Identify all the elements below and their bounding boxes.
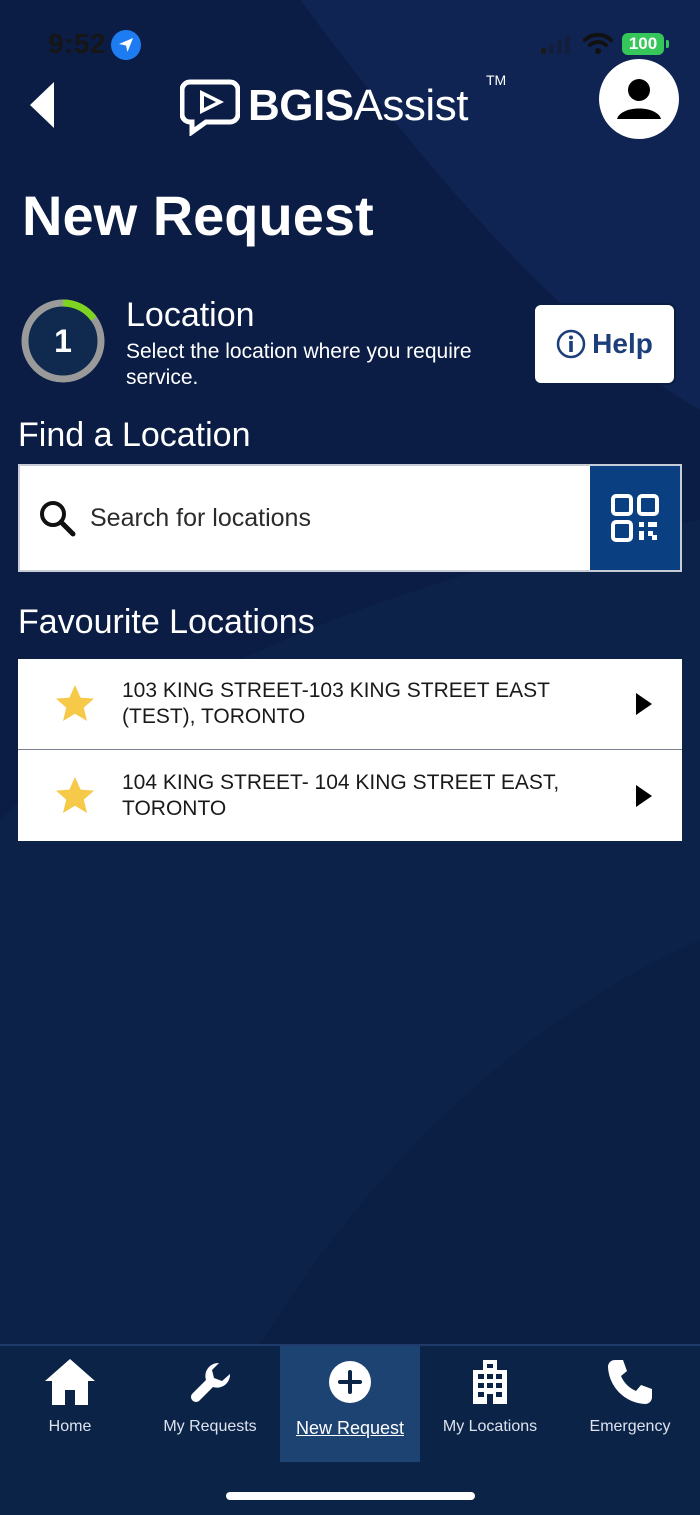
search-icon <box>40 501 76 537</box>
nav-my-requests-label: My Requests <box>163 1418 257 1435</box>
favourites-heading: Favourite Locations <box>18 603 315 641</box>
favourite-location-item[interactable]: 103 KING STREET-103 KING STREET EAST (TE… <box>18 659 682 750</box>
nav-emergency[interactable]: Emergency <box>560 1346 700 1462</box>
app-logo: BGISAssist <box>180 74 468 138</box>
search-field[interactable] <box>20 466 590 570</box>
star-icon <box>56 776 94 813</box>
battery-indicator: 100 <box>622 33 664 55</box>
brand-bold: BGIS <box>248 81 354 130</box>
profile-button[interactable] <box>599 59 679 139</box>
phone-icon <box>602 1354 658 1410</box>
step-number: 1 <box>54 322 72 359</box>
status-time: 9:52 <box>48 28 107 59</box>
favourite-location-item[interactable]: 104 KING STREET- 104 KING STREET EAST, T… <box>18 750 682 841</box>
wifi-icon <box>583 32 613 59</box>
wrench-icon <box>182 1354 238 1410</box>
plus-circle-icon <box>322 1354 378 1410</box>
nav-my-locations-label: My Locations <box>442 1418 538 1435</box>
nav-home-label: Home <box>48 1418 92 1435</box>
brand-light: Assist <box>353 81 469 130</box>
back-button[interactable] <box>26 80 66 130</box>
help-button[interactable]: Help <box>533 303 676 385</box>
bottom-navigation: Home My Requests New Request My Location… <box>0 1344 700 1515</box>
step-title: Location <box>126 296 255 334</box>
favourite-location-label: 104 KING STREET- 104 KING STREET EAST, T… <box>122 770 560 820</box>
trademark: TM <box>486 72 507 88</box>
nav-new-request[interactable]: New Request <box>280 1346 420 1462</box>
nav-emergency-label: Emergency <box>589 1418 671 1435</box>
nav-my-requests[interactable]: My Requests <box>140 1346 280 1462</box>
nav-home[interactable]: Home <box>0 1346 140 1462</box>
step-description: Select the location where you require se… <box>126 340 472 389</box>
status-bar: 9:52 100 <box>0 0 700 80</box>
qr-code-icon <box>611 494 659 542</box>
nav-new-request-label: New Request <box>295 1418 405 1438</box>
user-icon <box>617 79 661 119</box>
search-box <box>18 464 682 572</box>
star-icon <box>56 685 94 721</box>
nav-my-locations[interactable]: My Locations <box>420 1346 560 1462</box>
qr-scan-button[interactable] <box>590 466 680 570</box>
battery-nub <box>666 40 669 48</box>
page-title: New Request <box>22 184 374 247</box>
home-indicator <box>226 1492 475 1500</box>
back-arrow-icon <box>30 82 54 128</box>
favourite-locations-list: 103 KING STREET-103 KING STREET EAST (TE… <box>18 659 682 841</box>
info-icon <box>556 329 586 359</box>
favourite-location-label: 103 KING STREET-103 KING STREET EAST (TE… <box>122 679 550 728</box>
building-icon <box>462 1354 518 1410</box>
home-icon <box>42 1354 98 1410</box>
chat-play-icon <box>180 79 240 136</box>
find-location-heading: Find a Location <box>18 416 251 454</box>
cellular-signal-icon <box>541 36 570 54</box>
chevron-right-icon <box>636 693 652 715</box>
help-label: Help <box>592 328 653 359</box>
search-input[interactable] <box>90 503 550 533</box>
location-arrow-icon <box>111 30 141 60</box>
chevron-right-icon <box>636 784 652 807</box>
